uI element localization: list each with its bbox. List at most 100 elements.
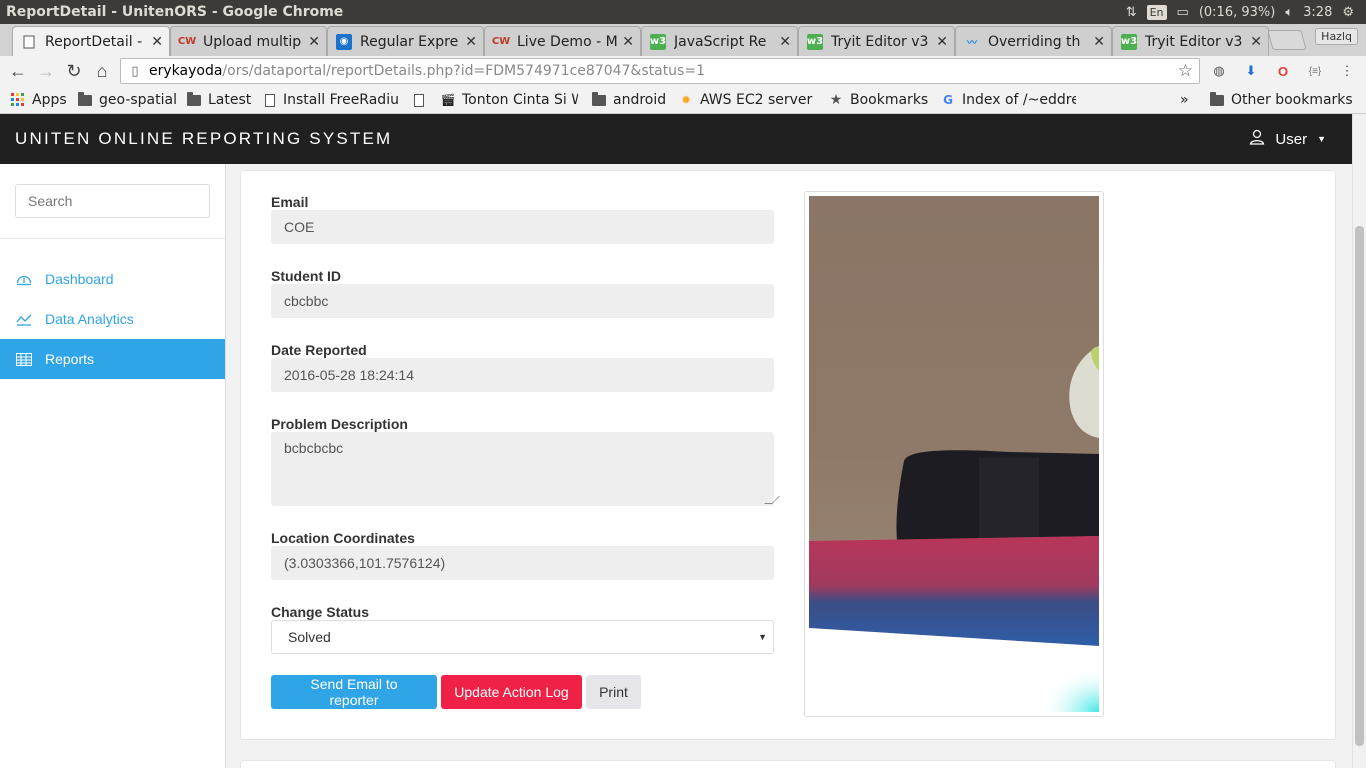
close-tab-icon[interactable]: ✕ [1093, 34, 1105, 50]
extension-globe-icon[interactable]: ◍ [1210, 62, 1228, 80]
back-arrow-icon[interactable]: ← [4, 57, 32, 85]
star-icon: ★ [829, 92, 843, 108]
tab-strip: ReportDetail - ✕ CW Upload multip ✕ ◉ Re… [0, 24, 1366, 56]
tab-title: Upload multip [203, 33, 302, 50]
dashboard-gauge-icon [15, 271, 33, 287]
bookmark-aws-ec2[interactable]: ✹ AWS EC2 server p [678, 90, 816, 110]
window-title: ReportDetail - UnitenORS - Google Chrome [6, 4, 344, 20]
line-chart-icon [15, 311, 33, 327]
tab-title: JavaScript Re [674, 33, 767, 50]
select-caret-icon: ▼ [758, 632, 767, 642]
home-icon[interactable]: ⌂ [88, 57, 116, 85]
volume-icon[interactable]: 🔈︎ [1285, 5, 1293, 20]
other-bookmarks[interactable]: Other bookmarks [1210, 90, 1353, 110]
battery-icon[interactable]: ▭ [1177, 5, 1189, 20]
close-tab-icon[interactable]: ✕ [779, 34, 791, 50]
bookmark-label: Index of /~eddre [962, 92, 1076, 108]
email-label: Email [271, 194, 309, 210]
opera-icon[interactable]: O [1274, 62, 1292, 80]
date-reported-label: Date Reported [271, 342, 367, 358]
tab-live-demo[interactable]: CW Live Demo - M ✕ [484, 26, 641, 56]
clock[interactable]: 3:28 [1303, 5, 1332, 20]
profile-button[interactable]: Hazlq [1315, 28, 1358, 45]
tab-title: Tryit Editor v3 [1145, 33, 1243, 50]
bookmark-index-of[interactable]: G Index of /~eddre [940, 90, 1076, 110]
status-select[interactable]: Solved ▼ [271, 620, 774, 654]
print-button[interactable]: Print [586, 675, 641, 709]
close-tab-icon[interactable]: ✕ [1250, 34, 1262, 50]
sidebar-item-label: Dashboard [45, 271, 114, 287]
tab-javascript[interactable]: w3 JavaScript Re ✕ [641, 26, 798, 56]
page-scrollbar[interactable] [1352, 114, 1366, 768]
tab-title: Tryit Editor v3 [831, 33, 929, 50]
page-info-icon[interactable]: ▯ [121, 64, 149, 79]
json-formatter-icon[interactable]: {≡} [1306, 62, 1324, 80]
sidebar-item-dashboard[interactable]: Dashboard [0, 259, 225, 299]
sidebar-item-reports[interactable]: Reports [0, 339, 225, 379]
tab-overriding[interactable]: 〰 Overriding th ✕ [955, 26, 1112, 56]
bookmark-apps[interactable]: Apps [10, 90, 67, 110]
menu-dots-icon[interactable]: ⋮ [1338, 62, 1356, 80]
close-tab-icon[interactable]: ✕ [465, 34, 477, 50]
folder-icon [592, 91, 606, 106]
address-bar[interactable]: ▯ erykayoda/ors/dataportal/reportDetails… [120, 58, 1200, 84]
tab-regex[interactable]: ◉ Regular Expre ✕ [327, 26, 484, 56]
bookmark-geo-spatial[interactable]: geo-spatial [78, 90, 177, 110]
close-tab-icon[interactable]: ✕ [936, 34, 948, 50]
aws-icon: ✹ [680, 93, 692, 107]
bookmark-label: android [613, 92, 667, 108]
update-action-log-button[interactable]: Update Action Log [441, 675, 582, 709]
new-tab-button[interactable] [1267, 30, 1307, 50]
bookmark-install-freeradius[interactable]: Install FreeRadiu [265, 90, 402, 110]
bookmark-untitled[interactable] [414, 90, 432, 110]
bookmark-bookmarks[interactable]: ★ Bookmarks [828, 90, 929, 110]
report-detail-card: Email COE Student ID cbcbbc Date Reporte… [240, 170, 1336, 740]
tab-tryit-1[interactable]: w3 Tryit Editor v3 ✕ [798, 26, 955, 56]
folder-icon [78, 91, 92, 106]
problem-description-label: Problem Description [271, 416, 408, 432]
bookmark-label: Tonton Cinta Si W [462, 92, 578, 108]
tab-upload[interactable]: CW Upload multip ✕ [170, 26, 327, 56]
cw-icon: CW [491, 36, 511, 47]
sidebar-search-input[interactable] [15, 184, 210, 218]
page-icon [21, 34, 37, 50]
film-icon: 🎬︎ [440, 93, 456, 107]
reload-icon[interactable]: ↻ [60, 57, 88, 85]
sap-icon: 〰 [967, 38, 977, 49]
w3-icon: w3 [1121, 33, 1137, 50]
network-arrows-icon[interactable]: ⇅ [1126, 5, 1137, 20]
forward-arrow-icon[interactable]: → [32, 57, 60, 85]
user-label: User [1275, 130, 1308, 148]
tab-title: Regular Expre [360, 33, 459, 50]
battery-status[interactable]: (0:16, 93%) [1199, 5, 1276, 20]
close-tab-icon[interactable]: ✕ [622, 34, 634, 50]
bookmarks-bar: Apps geo-spatial Latest Install FreeRadi… [0, 86, 1366, 114]
os-indicators: ⇅ En ▭ (0:16, 93%) 🔈︎ 3:28 ⚙ [1126, 0, 1354, 24]
tab-tryit-2[interactable]: w3 Tryit Editor v3 ✕ [1112, 26, 1269, 56]
sidebar: Dashboard Data Analytics Reports [0, 164, 226, 768]
keyboard-lang-indicator[interactable]: En [1146, 4, 1167, 20]
bookmark-latest[interactable]: Latest [187, 90, 251, 110]
app-brand[interactable]: UNITEN ONLINE REPORTING SYSTEM [0, 129, 392, 149]
close-tab-icon[interactable]: ✕ [151, 34, 163, 50]
tab-reportdetail[interactable]: ReportDetail - ✕ [12, 26, 170, 56]
sidebar-item-data-analytics[interactable]: Data Analytics [0, 299, 225, 339]
extension-download-icon[interactable]: ⬇ [1242, 62, 1260, 80]
location-coordinates-field: (3.0303366,101.7576124) [271, 546, 774, 580]
browser-toolbar: ← → ↻ ⌂ ▯ erykayoda/ors/dataportal/repor… [0, 56, 1366, 86]
scrollbar-thumb[interactable] [1355, 226, 1364, 746]
bookmark-star-icon[interactable]: ☆ [1178, 61, 1193, 81]
close-tab-icon[interactable]: ✕ [308, 34, 320, 50]
tab-title: Live Demo - M [517, 33, 618, 50]
app-navbar: UNITEN ONLINE REPORTING SYSTEM User ▼ [0, 114, 1352, 164]
user-dropdown[interactable]: User ▼ [1249, 114, 1326, 164]
settings-gear-icon[interactable]: ⚙ [1342, 5, 1354, 20]
bookmark-tonton-cinta[interactable]: 🎬︎ Tonton Cinta Si W [440, 90, 578, 110]
bookmark-label: Bookmarks [850, 92, 929, 108]
bookmark-label: geo-spatial [99, 92, 177, 108]
send-email-button[interactable]: Send Email to reporter [271, 675, 437, 709]
resize-grip-icon[interactable] [764, 496, 780, 504]
bookmarks-overflow-button[interactable]: » [1180, 90, 1189, 110]
bookmark-android[interactable]: android [592, 90, 666, 110]
tab-title: ReportDetail - [45, 33, 143, 50]
